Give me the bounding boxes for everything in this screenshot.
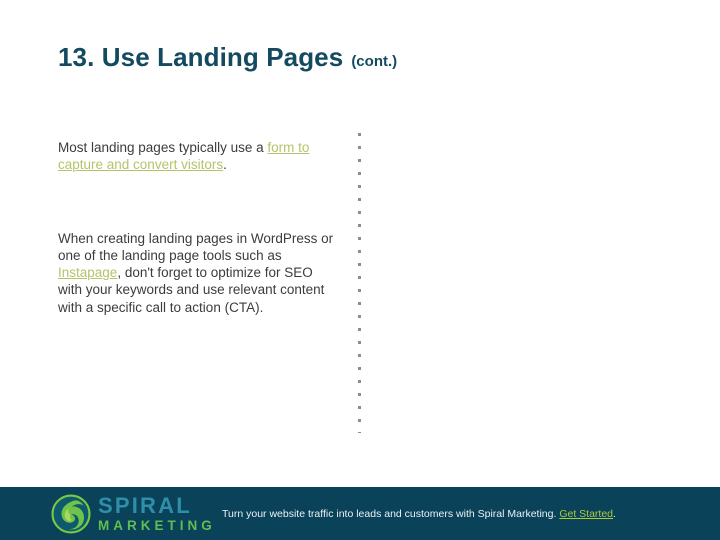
get-started-link[interactable]: Get Started <box>559 508 613 520</box>
paragraph-2-text-before: When creating landing pages in WordPress… <box>58 230 334 263</box>
page-title-suffix: (cont.) <box>351 53 398 70</box>
spiral-leaf-circle-icon <box>51 494 91 534</box>
paragraph-1-text-before: Most landing pages typically use a <box>58 140 268 155</box>
slide-canvas: 13. Use Landing Pages (cont.) Most landin… <box>0 0 720 540</box>
paragraph-1: Most landing pages typically use a form … <box>58 139 338 174</box>
page-title-main: 13. Use Landing Pages <box>58 42 344 72</box>
link-instapage[interactable]: Instapage <box>58 265 117 280</box>
brand-wordmark: SPIRAL MARKETING <box>98 495 216 533</box>
brand-word-spiral: SPIRAL <box>98 493 192 519</box>
body-content: Most landing pages typically use a form … <box>58 139 338 316</box>
footer-tagline-trailing: . <box>613 508 616 520</box>
footer-tagline-text: Turn your website traffic into leads and… <box>222 508 560 520</box>
paragraph-1-text-after: . <box>223 157 227 173</box>
brand-word-marketing: MARKETING <box>98 518 216 534</box>
paragraph-2: When creating landing pages in WordPress… <box>58 230 338 316</box>
vertical-dotted-divider <box>358 133 361 433</box>
brand-logo[interactable]: SPIRAL MARKETING <box>50 493 216 535</box>
footer-tagline: Turn your website traffic into leads and… <box>222 508 616 520</box>
page-title: 13. Use Landing Pages (cont.) <box>58 44 397 70</box>
